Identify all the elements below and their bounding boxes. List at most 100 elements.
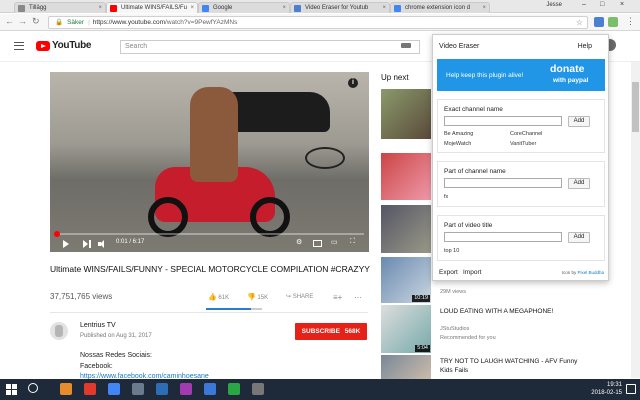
extension-icon[interactable] [608,17,618,27]
youtube-logo-text[interactable]: YouTube [52,40,92,51]
bookmark-star-icon[interactable]: ☆ [576,17,583,28]
like-button[interactable]: 👍 61K [208,293,229,301]
blocked-entry[interactable]: CoreChannel [510,131,542,137]
help-link[interactable]: Help [578,43,592,50]
donate-message: Help keep this plugin alive! [446,72,524,79]
up-next-label: Up next [381,73,409,82]
scrollbar-thumb[interactable] [632,82,639,132]
recommendation-thumbnail[interactable]: 10:19 [381,257,431,303]
more-actions-icon[interactable]: ⋯ [354,293,362,302]
video-duration: 5:04 [415,345,430,352]
add-button[interactable]: Add [568,116,590,127]
youtube-logo-icon[interactable] [36,41,50,51]
video-eraser-extension-icon[interactable] [594,17,604,27]
minimize-icon[interactable]: – [582,1,586,8]
browser-tab-0[interactable]: Tillägg × [14,2,106,13]
import-link[interactable]: Import [463,269,481,276]
blocked-entry[interactable]: fx [444,194,448,200]
secure-label: Säker [67,19,85,26]
address-separator: | [88,19,90,26]
browser-user-name[interactable]: Jesse [546,2,562,8]
reload-icon[interactable]: ↻ [32,16,40,27]
like-ratio-fill [206,308,251,310]
play-icon[interactable] [63,240,69,248]
volume-icon[interactable] [98,240,106,248]
taskbar-clock[interactable]: 19:31 2018-02-15 [591,381,622,397]
progress-scrubber-handle[interactable] [53,231,60,237]
page-scrollbar[interactable] [631,62,640,378]
taskbar-app-icon[interactable] [252,383,264,395]
maximize-icon[interactable]: □ [600,1,604,8]
recommendation-title[interactable]: LOUD EATING WITH A MEGAPHONE! [440,307,590,316]
taskbar-app-icon[interactable] [228,383,240,395]
tab-favicon-icon [18,5,25,12]
tab-close-icon[interactable]: × [382,3,386,13]
taskbar-app-icon[interactable] [108,383,120,395]
recommendation-thumbnail[interactable] [381,89,431,139]
section-label: Part of channel name [444,168,506,175]
recommendation-thumbnail[interactable] [381,153,431,200]
video-title: Ultimate WINS/FAILS/FUNNY - SPECIAL MOTO… [50,264,370,274]
taskbar-app-icon[interactable] [132,383,144,395]
taskbar-app-icon[interactable] [180,383,192,395]
taskbar-app-icon[interactable] [156,383,168,395]
info-icon[interactable]: i [348,78,358,88]
tab-close-icon[interactable]: × [190,3,194,13]
keyboard-icon[interactable] [401,43,411,48]
part-channel-input[interactable] [444,178,562,188]
recommendation-title[interactable]: TRY NOT TO LAUGH WATCHING - AFV Funny Ki… [440,357,590,375]
address-bar[interactable]: 🔒 Säker | https://www.youtube.com/watch?v=9… [48,16,588,29]
channel-name[interactable]: Lentrius TV [80,322,116,329]
video-player[interactable] [50,72,369,252]
blocked-entry[interactable]: Be Amazing [444,131,473,137]
miniplayer-icon[interactable] [313,240,322,247]
blocked-entry[interactable]: VanitTuber [510,141,536,147]
video-progress-bar[interactable] [53,231,364,237]
back-icon[interactable]: ← [5,16,14,26]
taskbar-app-icon[interactable] [204,383,216,395]
add-button[interactable]: Add [568,178,590,189]
window-close-icon[interactable]: × [620,1,624,8]
taskbar-app-icon[interactable] [60,383,72,395]
search-input[interactable]: Search [120,40,420,54]
donate-label: donate [550,63,585,75]
fullscreen-icon[interactable]: ⛶ [350,238,355,246]
recommendation-thumbnail[interactable] [381,355,431,379]
settings-icon[interactable]: ⚙ [296,238,302,246]
part-title-input[interactable] [444,232,562,242]
browser-tab-4[interactable]: chrome extension icon d × [390,2,490,13]
forward-icon[interactable]: → [18,16,27,26]
donate-banner[interactable]: Help keep this plugin alive! donate with… [437,59,605,91]
exact-channel-input[interactable] [444,116,562,126]
windows-start-icon[interactable] [6,384,17,395]
blocked-entry[interactable]: top 10 [444,248,459,254]
cast-icon[interactable]: ▭ [331,238,338,246]
tab-close-icon[interactable]: × [482,3,486,13]
tab-close-icon[interactable]: × [98,3,102,13]
taskbar-app-icon[interactable] [84,383,96,395]
video-frame-wheel [250,197,290,237]
dislike-count: 15K [257,295,269,301]
next-icon[interactable] [83,240,91,248]
recommendation-thumbnail[interactable] [381,205,431,253]
menu-icon[interactable] [14,42,24,50]
browser-tab-2[interactable]: Google × [198,2,290,13]
browser-tab-3[interactable]: Video Eraser for Youtub × [290,2,390,13]
channel-avatar[interactable] [50,322,68,340]
add-to-playlist-icon[interactable]: ≡+ [333,293,342,302]
browser-menu-icon[interactable]: ⋮ [626,16,635,27]
browser-tab-1[interactable]: Ultimate WINS/FAILS/Fu × [106,2,198,13]
share-button[interactable]: ↪ SHARE [286,293,313,300]
blocked-entry[interactable]: MojeWatch [444,141,471,147]
dislike-button[interactable]: 👎 15K [247,293,268,301]
tab-close-icon[interactable]: × [282,3,286,13]
subscribe-button[interactable]: SUBSCRIBE 568K [295,323,367,340]
search-icon[interactable] [28,383,38,393]
recommendation-thumbnail[interactable]: 5:04 [381,305,431,353]
video-duration: 10:19 [412,295,430,302]
export-link[interactable]: Export [439,269,458,276]
credit-link[interactable]: Pixel Buddha [577,270,604,275]
notification-icon[interactable] [626,384,636,394]
add-button[interactable]: Add [568,232,590,243]
video-frame-rider [190,87,238,182]
